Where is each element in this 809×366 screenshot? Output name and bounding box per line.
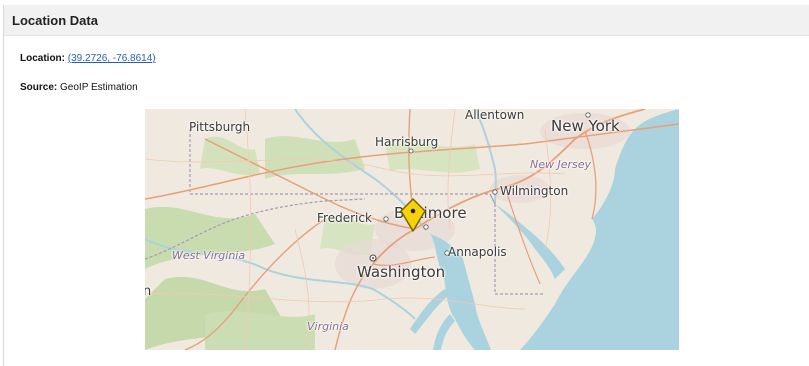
map-label-new-jersey: New Jersey: [530, 158, 592, 171]
map-label-new-york: New York: [551, 117, 620, 135]
map-label-pittsburgh: Pittsburgh: [189, 120, 251, 134]
location-row: Location: (39.2726, -76.8614): [20, 53, 156, 64]
map-label-washington: Washington: [357, 263, 446, 281]
panel-title: Location Data: [4, 5, 809, 36]
map-label-harrisburg: Harrisburg: [375, 135, 439, 149]
map-label-allentown: Allentown: [465, 109, 525, 122]
map-label-wilmington: Wilmington: [500, 184, 569, 198]
source-label: Source:: [20, 82, 58, 93]
location-data-panel: Location Data Location: (39.2726, -76.86…: [3, 5, 809, 366]
location-marker-icon[interactable]: [398, 197, 428, 233]
map-label-virginia: Virginia: [307, 320, 349, 333]
map-label-west-virginia: West Virginia: [172, 249, 246, 262]
map-label-frederick: Frederick: [317, 211, 372, 225]
source-value: GeoIP Estimation: [60, 82, 138, 93]
map-label-left-edge: n: [145, 284, 152, 299]
map-label-annapolis: Annapolis: [448, 245, 507, 259]
source-row: Source: GeoIP Estimation: [20, 82, 138, 93]
location-coordinates-link[interactable]: (39.2726, -76.8614): [68, 53, 156, 64]
location-map[interactable]: Pittsburgh Allentown New York Harrisburg…: [145, 109, 679, 350]
location-label: Location:: [20, 53, 65, 64]
